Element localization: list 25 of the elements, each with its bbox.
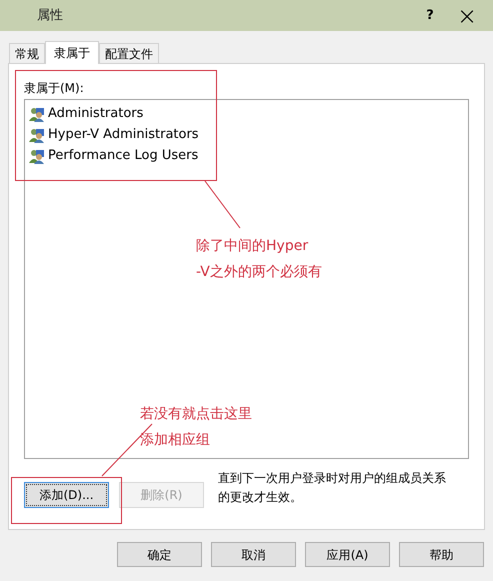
user-group-icon — [29, 148, 45, 164]
tab[interactable]: 隶属于 — [45, 41, 99, 64]
annotation-text: 除了中间的Hyper — [196, 237, 310, 256]
annotation-text: 添加相应组 — [140, 431, 211, 450]
annotation-text: -V之外的两个必须有 — [196, 263, 322, 282]
note-text: 直到下一次用户登录时对用户的组成员关系的更改才生效。 — [218, 470, 447, 506]
group-name: Performance Log Users — [48, 146, 198, 165]
tab[interactable]: 配置文件 — [99, 43, 159, 63]
tab[interactable]: 常规 — [9, 43, 45, 63]
window-title: 属性 — [37, 6, 63, 25]
list-label: 隶属于(M): — [24, 80, 85, 97]
help-button[interactable]: ? — [415, 4, 445, 28]
group-name: Hyper-V Administrators — [48, 126, 199, 144]
dialog-button[interactable]: 应用(A) — [305, 542, 390, 567]
dialog-button[interactable]: 帮助 — [399, 542, 484, 567]
add-button[interactable]: 添加(D)... — [24, 482, 109, 508]
annotation-text: 若没有就点击这里 — [140, 405, 252, 424]
leader-line — [204, 180, 240, 228]
group-name: Administrators — [48, 104, 144, 123]
dialog-button[interactable]: 确定 — [117, 542, 202, 567]
user-group-icon — [29, 106, 45, 122]
close-button[interactable]: × — [445, 2, 489, 30]
leader-line — [102, 424, 152, 476]
dialog-button[interactable]: 取消 — [211, 542, 296, 567]
user-group-icon — [29, 126, 45, 142]
